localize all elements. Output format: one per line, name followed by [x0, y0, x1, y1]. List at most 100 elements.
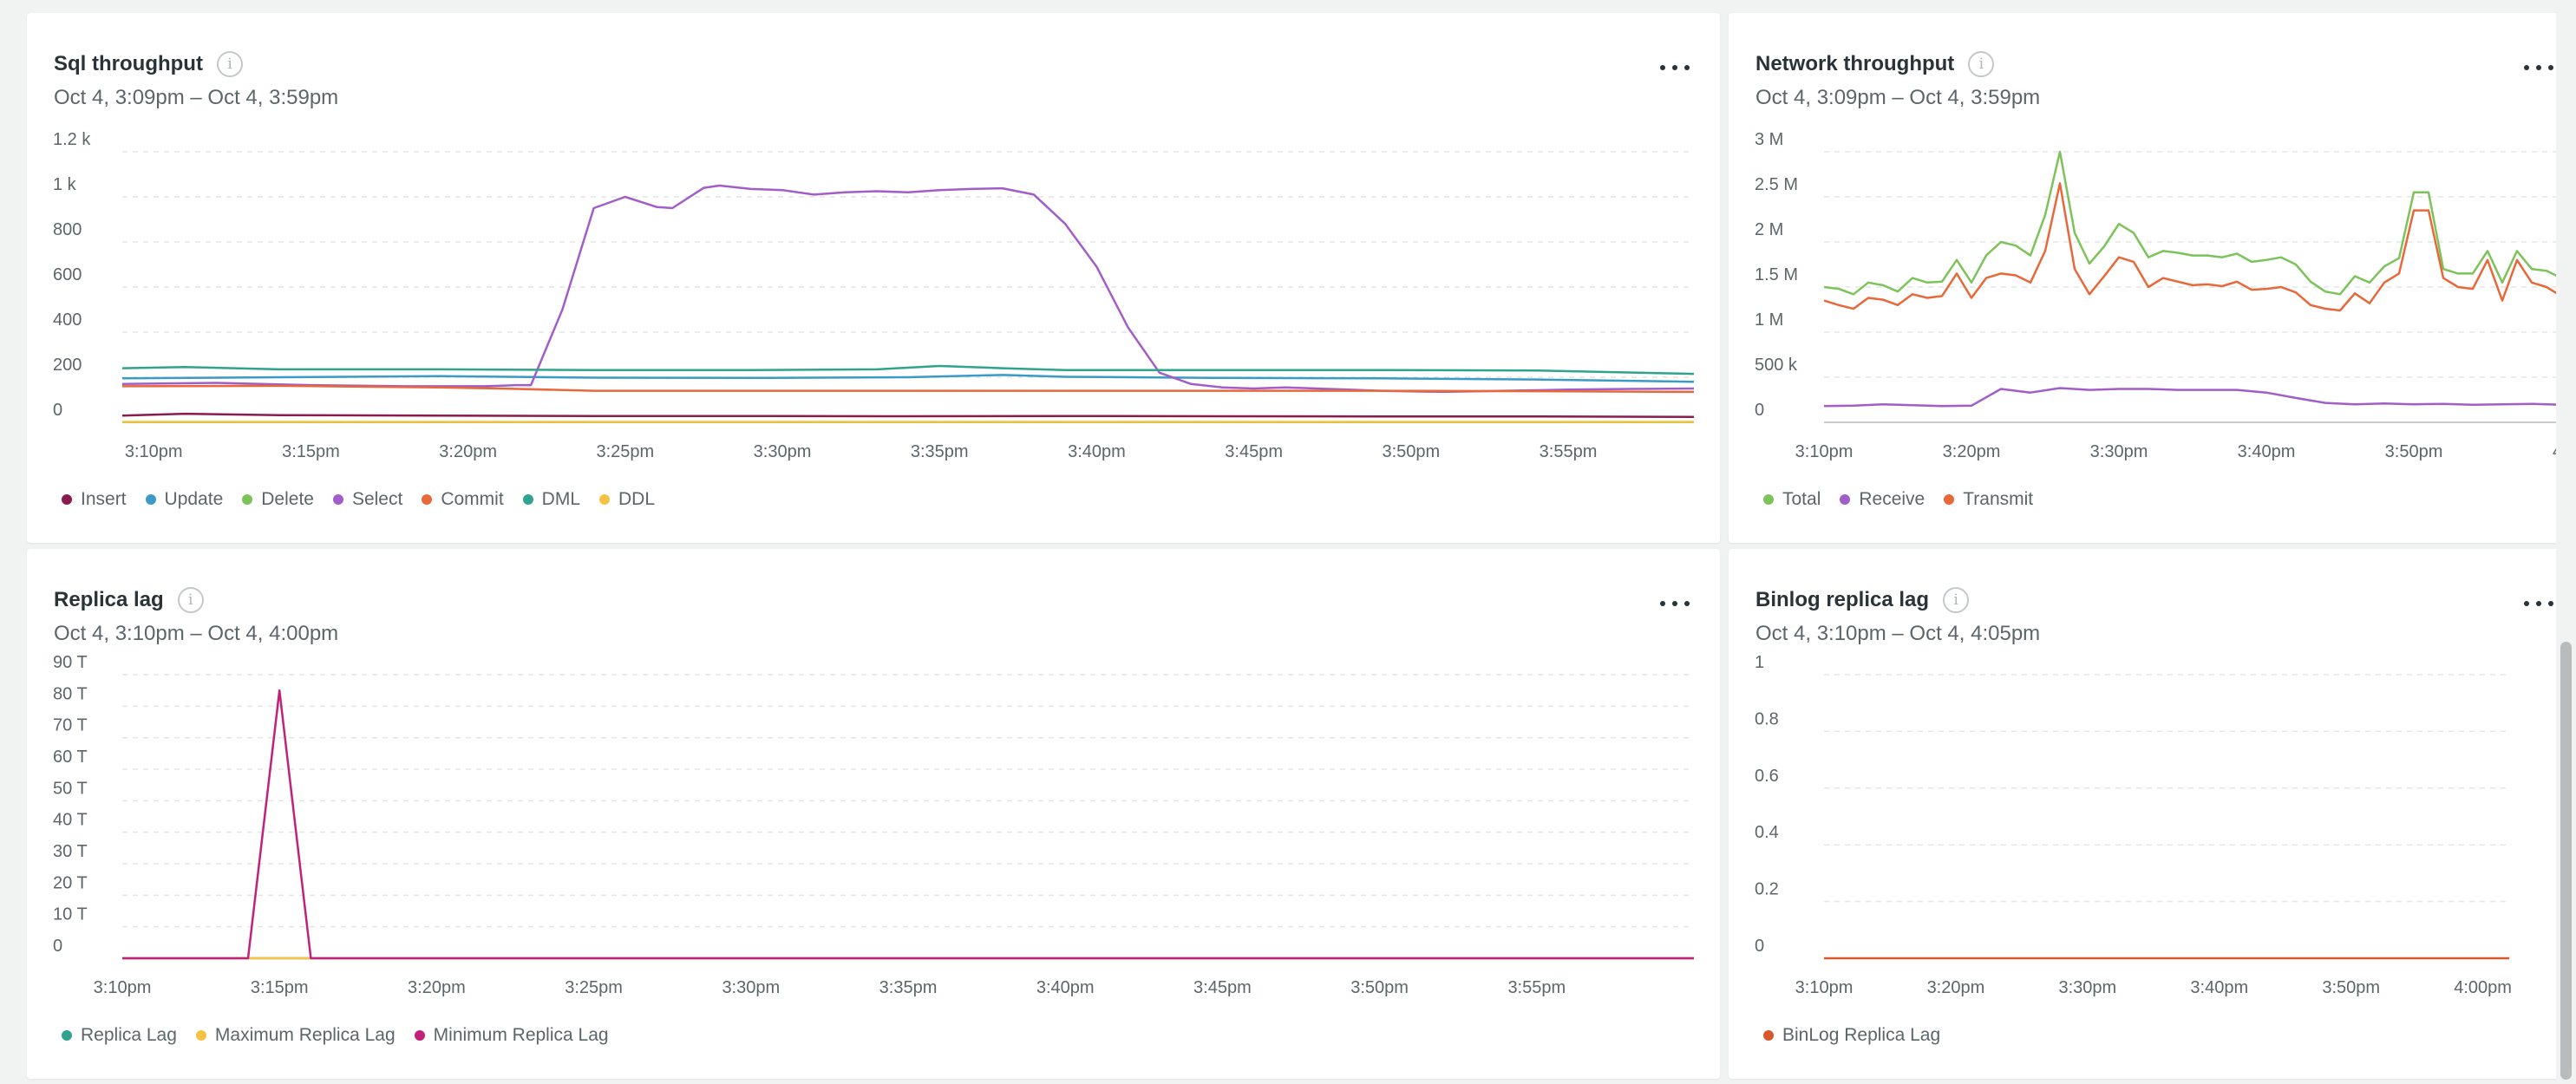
x-tick-label: 3:50pm — [1350, 978, 1409, 997]
y-tick-label: 0.2 — [1755, 880, 1779, 899]
legend-dot-icon — [145, 494, 156, 505]
binlog-replica-lag-chart: 0 0.2 0.4 0.6 0.8 1 3:10pm 3:20pm 3:30pm 3:40pm 3:… — [1755, 653, 2512, 997]
series-line-total[interactable] — [1824, 150, 2561, 296]
y-tick-label: 3 M — [1755, 130, 1783, 149]
legend-dot-icon — [195, 1030, 206, 1041]
legend-dot-icon — [1840, 494, 1851, 505]
x-tick-label: 3:45pm — [1193, 978, 1252, 997]
legend-item[interactable]: Maximum Replica Lag — [195, 1025, 396, 1046]
x-tick-label: 3:20pm — [1927, 978, 1985, 997]
legend-item[interactable]: DML — [522, 489, 581, 510]
legend-item[interactable]: DDL — [599, 489, 655, 510]
y-tick-label: 500 k — [1755, 356, 1798, 375]
y-tick-label: 600 — [53, 265, 82, 284]
x-tick-label: 3:20pm — [408, 978, 466, 997]
series-line-minimum-replica-lag[interactable] — [122, 689, 1694, 960]
x-tick-label: 3:55pm — [1507, 978, 1566, 997]
legend-item[interactable]: Total — [1763, 489, 1821, 510]
legend-item[interactable]: Insert — [62, 489, 127, 510]
x-tick-label: 3:25pm — [596, 442, 654, 461]
x-tick-label: 3:40pm — [2190, 978, 2248, 997]
network-throughput-chart: 0 500 k 1 M 1.5 M 2 M 2.5 M 3 M 3:10pm 3:20pm 3:3… — [1755, 130, 2561, 461]
x-tick-label: 3:30pm — [2058, 978, 2116, 997]
legend-label: Total — [1782, 489, 1821, 509]
legend-label: Receive — [1859, 489, 1925, 509]
y-tick-label: 0.8 — [1755, 709, 1779, 728]
series-line-update[interactable] — [122, 374, 1694, 383]
legend-dot-icon — [414, 1030, 425, 1041]
y-tick-label: 0 — [53, 937, 62, 956]
legend-dot-icon — [599, 494, 611, 505]
x-tick-label: 3:35pm — [911, 442, 969, 461]
scrollbar-thumb[interactable] — [2560, 642, 2572, 1080]
series-line-commit[interactable] — [122, 384, 1694, 394]
y-tick-label: 1 k — [53, 175, 77, 194]
chart-legend: Total Receive Transmit — [1763, 489, 2033, 510]
x-tick-label: 3:20pm — [1943, 442, 2001, 461]
sql-throughput-chart: 0 200 400 600 800 1 k 1.2 k 3:10pm 3:15pm 3:20pm 3… — [53, 130, 1694, 461]
x-tick-label: 3:40pm — [1036, 978, 1095, 997]
legend-label: Replica Lag — [81, 1025, 177, 1045]
y-tick-label: 400 — [53, 310, 82, 330]
legend-label: BinLog Replica Lag — [1782, 1025, 1941, 1045]
y-tick-label: 800 — [53, 220, 82, 239]
y-tick-label: 0 — [53, 401, 62, 420]
x-tick-label: 3:45pm — [1225, 442, 1283, 461]
legend-label: Minimum Replica Lag — [433, 1025, 609, 1045]
series-line-insert[interactable] — [122, 412, 1694, 419]
x-tick-label: 3:55pm — [1540, 442, 1598, 461]
legend-dot-icon — [522, 494, 533, 505]
series-line-transmit[interactable] — [1824, 182, 2561, 312]
legend-dot-icon — [1763, 1030, 1774, 1041]
y-tick-label: 0.4 — [1755, 823, 1779, 842]
legend-item[interactable]: Delete — [242, 489, 314, 510]
legend-label: DDL — [618, 489, 656, 509]
legend-item[interactable]: Commit — [422, 489, 504, 510]
x-tick-label: 3:50pm — [2322, 978, 2380, 997]
network-throughput-panel: Network throughput i Oct 4, 3:09pm – Oct… — [1729, 13, 2561, 543]
y-tick-label: 2.5 M — [1755, 175, 1798, 194]
legend-item[interactable]: Transmit — [1944, 489, 2033, 510]
legend-item[interactable]: Update — [145, 489, 223, 510]
series-line-select[interactable] — [122, 184, 1694, 394]
y-tick-label: 1.5 M — [1755, 265, 1798, 284]
y-tick-label: 2 M — [1755, 220, 1783, 239]
y-tick-label: 20 T — [53, 873, 88, 892]
legend-item[interactable]: Minimum Replica Lag — [414, 1025, 609, 1046]
x-tick-label: 3:30pm — [754, 442, 812, 461]
legend-label: Transmit — [1963, 489, 2034, 509]
y-tick-label: 70 T — [53, 716, 88, 735]
series-line-dml[interactable] — [122, 364, 1694, 375]
legend-label: Maximum Replica Lag — [214, 1025, 396, 1045]
y-tick-label: 30 T — [53, 842, 88, 861]
x-tick-label: 3:40pm — [1068, 442, 1126, 461]
legend-label: Delete — [261, 489, 314, 509]
legend-dot-icon — [1763, 494, 1774, 505]
legend-label: Select — [351, 489, 403, 509]
replica-lag-chart: 0 10 T 20 T 30 T 40 T 50 T 60 T 70 T 80 T 90 T 3:1… — [53, 653, 1694, 997]
legend-item[interactable]: Select — [332, 489, 403, 510]
y-tick-label: 1.2 k — [53, 130, 91, 149]
x-tick-label: 3:10pm — [1795, 978, 1854, 997]
y-tick-label: 200 — [53, 356, 82, 375]
x-tick-label: 3:35pm — [879, 978, 938, 997]
series-line-receive[interactable] — [1824, 387, 2561, 408]
chart-legend: BinLog Replica Lag — [1763, 1025, 1940, 1046]
x-tick-label: 3:10pm — [94, 978, 152, 997]
y-tick-label: 1 M — [1755, 310, 1783, 330]
x-tick-label: 3:50pm — [1382, 442, 1440, 461]
x-tick-label: 3:30pm — [2090, 442, 2148, 461]
legend-dot-icon — [62, 494, 72, 505]
y-tick-label: 40 T — [53, 811, 88, 830]
sql-throughput-panel: Sql throughput i Oct 4, 3:09pm – Oct 4, … — [27, 13, 1720, 543]
legend-label: DML — [541, 489, 581, 509]
x-tick-label: 3:15pm — [251, 978, 309, 997]
y-tick-label: 0.6 — [1755, 767, 1779, 786]
legend-dot-icon — [1944, 494, 1955, 505]
y-tick-label: 50 T — [53, 779, 88, 798]
legend-item[interactable]: BinLog Replica Lag — [1763, 1025, 1940, 1046]
legend-item[interactable]: Receive — [1840, 489, 1925, 510]
legend-dot-icon — [62, 1030, 72, 1041]
x-tick-label: 3:30pm — [722, 978, 780, 997]
legend-item[interactable]: Replica Lag — [62, 1025, 177, 1046]
